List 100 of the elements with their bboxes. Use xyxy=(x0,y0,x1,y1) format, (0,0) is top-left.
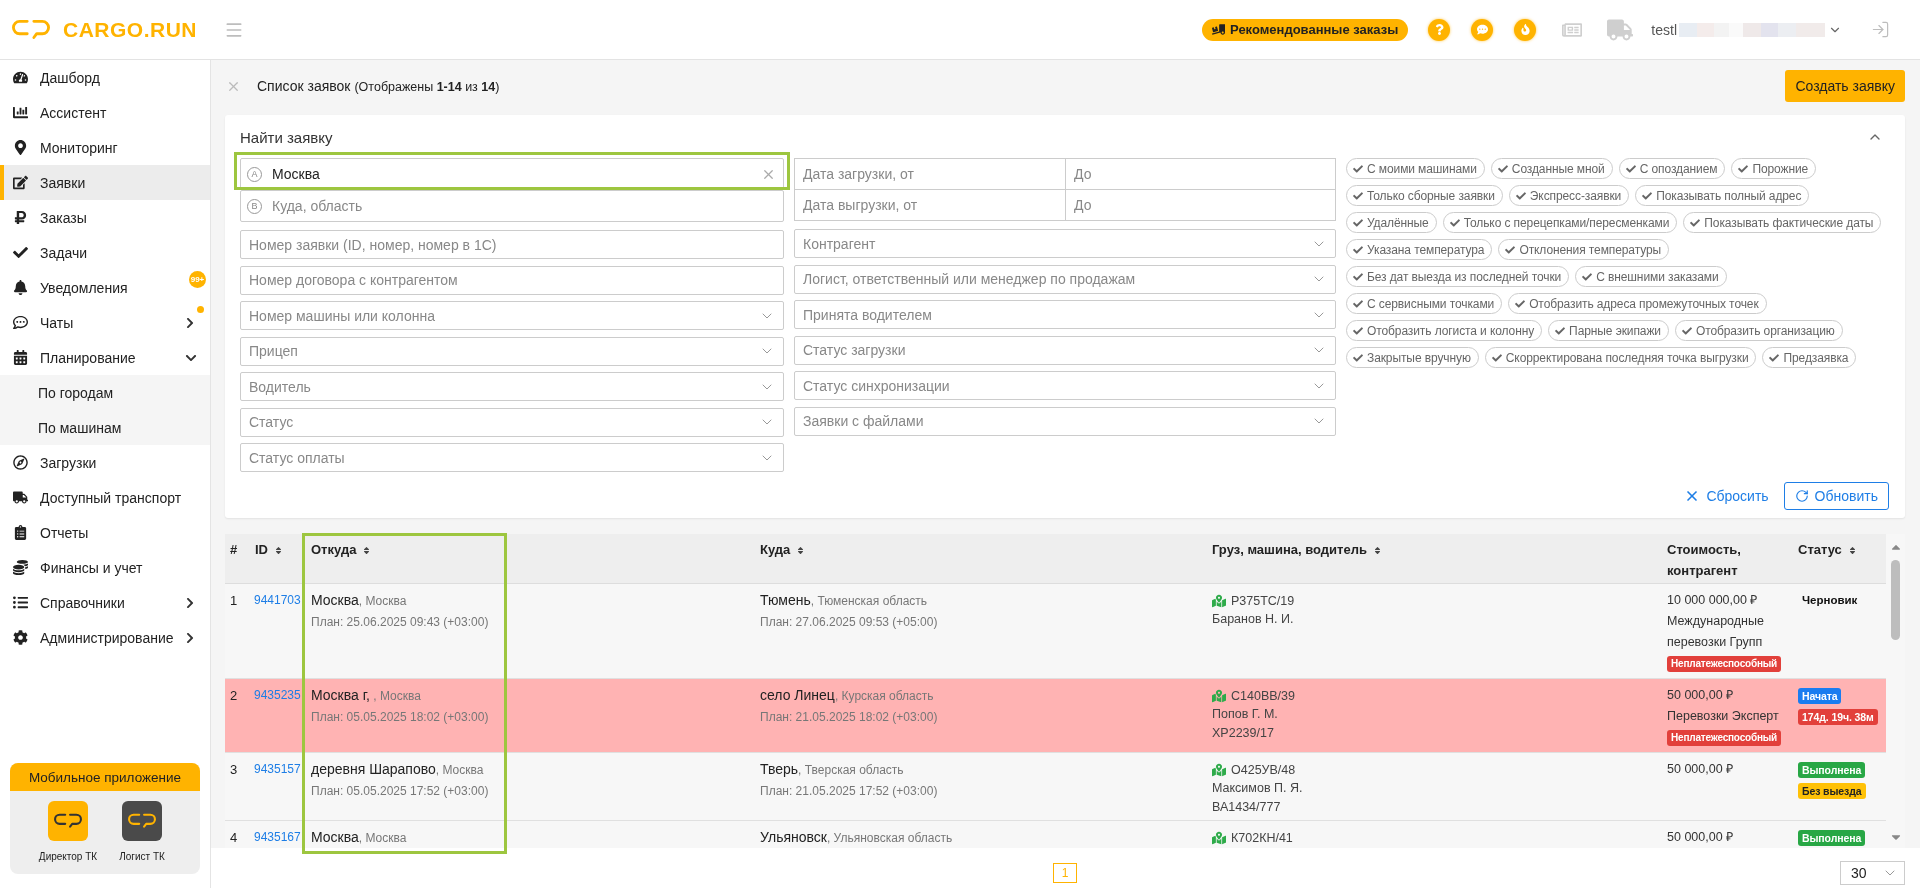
filter-toggle[interactable]: Только сборные заявки xyxy=(1346,185,1503,206)
coins-icon xyxy=(12,560,28,575)
sidebar-item[interactable]: Уведомления 99+ xyxy=(0,270,210,305)
calendar-icon xyxy=(12,350,28,365)
dropdown-field[interactable]: Логист, ответственный или менеджер по продажам xyxy=(794,264,1336,294)
filter-toggle[interactable]: Порожние xyxy=(1731,158,1817,179)
sidebar-item[interactable]: Отчеты xyxy=(0,515,210,550)
check-icon xyxy=(1353,244,1363,255)
filter-toggle[interactable]: Скорректирована последняя точка выгрузки xyxy=(1484,347,1757,368)
driver-name: Максимов П. Я. xyxy=(1212,780,1304,797)
column-header[interactable]: Груз, машина, водитель xyxy=(1207,534,1662,583)
app-icon[interactable] xyxy=(122,801,162,841)
app-icon[interactable] xyxy=(48,801,88,841)
sidebar-item[interactable]: Заявки xyxy=(0,165,210,200)
page-size-select[interactable]: 30 xyxy=(1840,861,1905,885)
dropdown-field[interactable]: Номер машины или колонна xyxy=(240,301,784,330)
list-icon xyxy=(12,595,28,610)
filter-toggle[interactable]: Отклонения температуры xyxy=(1498,239,1670,260)
filter-toggle[interactable]: Указана температура xyxy=(1346,239,1493,260)
chevron-right-icon[interactable] xyxy=(184,596,196,609)
filter-toggle[interactable]: Экспресс-заявки xyxy=(1508,185,1630,206)
city-name: село Линец xyxy=(760,687,835,703)
date-field[interactable]: До xyxy=(1065,158,1336,190)
column-header[interactable]: Куда xyxy=(755,534,1207,583)
map-icon xyxy=(1212,762,1226,777)
order-id-link[interactable]: 9441703 xyxy=(254,593,301,607)
table-row[interactable] xyxy=(225,679,1886,753)
sidebar-item[interactable]: Задачи xyxy=(0,235,210,270)
column-header[interactable]: Откуда xyxy=(306,534,755,583)
filter-toggle[interactable]: Показывать фактические даты xyxy=(1683,212,1882,233)
bar-chart-icon xyxy=(12,105,28,120)
dropdown-field[interactable]: Статус загрузки xyxy=(794,335,1336,365)
date-field[interactable]: Дата выгрузки, от xyxy=(794,189,1066,221)
filter-toggle[interactable]: Закрытые вручную xyxy=(1346,347,1479,368)
plan-date: План: 25.06.2025 09:43 (+03:00) xyxy=(311,614,490,631)
status-label: Выполнена xyxy=(1798,761,1866,778)
recommended-orders-button[interactable]: Рекомендованные заказы xyxy=(1202,18,1409,41)
sort-icon xyxy=(274,546,283,555)
filter-toggle[interactable]: Показывать полный адрес xyxy=(1635,185,1810,206)
check-icon xyxy=(1353,271,1363,282)
order-id-link[interactable]: 9435167 xyxy=(254,830,301,844)
chevron-right-icon[interactable] xyxy=(184,316,196,329)
filter-toggle[interactable]: Отобразить логиста и колонну xyxy=(1346,320,1543,341)
filter-toggle[interactable]: С моими машинами xyxy=(1346,158,1485,179)
filter-toggle[interactable]: Отобразить адреса промежуточных точек xyxy=(1508,293,1767,314)
sidebar-item[interactable]: Финансы и учет xyxy=(0,550,210,585)
filter-toggle[interactable]: Парные экипажи xyxy=(1548,320,1669,341)
create-request-button[interactable]: Создать заявку xyxy=(1785,70,1905,102)
user-name[interactable]: testl xyxy=(1651,21,1677,38)
filter-toggle[interactable]: Только с перецепками/пересменками xyxy=(1442,212,1678,233)
scrollbar-thumb[interactable] xyxy=(1891,560,1900,640)
dropdown-field[interactable]: Статус синхронизации xyxy=(794,371,1336,400)
sidebar-item[interactable]: Справочники xyxy=(0,585,210,620)
filter-toggle[interactable]: Созданные мной xyxy=(1490,158,1613,179)
reset-link[interactable]: Сбросить xyxy=(1684,488,1769,504)
order-id-link[interactable]: 9435157 xyxy=(254,762,301,776)
logout-icon[interactable] xyxy=(1871,20,1890,39)
sidebar-item[interactable]: Заказы xyxy=(0,200,210,235)
dropdown-field[interactable]: Водитель xyxy=(240,372,784,401)
plan-date: План: 27.06.2025 09:53 (+05:00) xyxy=(760,614,939,631)
filter-toggle[interactable]: Без дат выезда из последней точки xyxy=(1346,266,1570,287)
sidebar-item[interactable]: Администрирование xyxy=(0,620,210,655)
insolvency-label: Неплатежеспособный xyxy=(1667,729,1781,746)
sidebar-item[interactable]: Мониторинг xyxy=(0,130,210,165)
sidebar-item[interactable]: Планирование xyxy=(0,340,210,375)
filter-toggle[interactable]: Удалённые xyxy=(1346,212,1437,233)
date-field[interactable]: До xyxy=(1065,189,1336,221)
column-header[interactable]: Статус xyxy=(1793,534,1886,583)
sidebar-item[interactable]: Дашборд xyxy=(0,60,210,95)
map-icon xyxy=(1212,688,1226,703)
date-field[interactable]: Дата загрузки, от xyxy=(794,158,1066,190)
help-icon[interactable] xyxy=(1428,18,1451,41)
fire-icon[interactable] xyxy=(1514,18,1537,41)
filter-toggle[interactable]: Отобразить организацию xyxy=(1674,320,1843,341)
refresh-button[interactable]: Обновить xyxy=(1783,482,1889,510)
filter-toggle[interactable]: С опозданием xyxy=(1618,158,1726,179)
dropdown-field[interactable]: Прицеп xyxy=(240,336,784,366)
vehicle-number: Р375ТС/19 xyxy=(1231,592,1295,610)
chat-icon[interactable] xyxy=(1471,18,1494,41)
dropdown-field[interactable]: Статус оплаты xyxy=(240,443,784,472)
sidebar-item[interactable]: Доступный транспорт xyxy=(0,480,210,515)
driver-name: Баранов Н. И. xyxy=(1212,611,1295,628)
dropdown-field[interactable]: Статус xyxy=(240,407,784,437)
text-field[interactable]: Номер договора с контрагентом xyxy=(240,265,784,295)
filter-toggle[interactable]: С сервисными точками xyxy=(1346,293,1503,314)
sidebar-item[interactable]: Ассистент xyxy=(0,95,210,130)
sidebar-item[interactable]: Чаты xyxy=(0,305,210,340)
filter-toggle[interactable]: С внешними заказами xyxy=(1575,266,1727,287)
plan-date: План: 05.05.2025 18:02 (+03:00) xyxy=(311,709,490,726)
chevron-right-icon[interactable] xyxy=(184,631,196,644)
sidebar-item[interactable]: Загрузки xyxy=(0,445,210,480)
sidebar-subitem[interactable]: По машинам xyxy=(0,410,210,445)
column-header[interactable]: ID xyxy=(250,534,306,583)
plan-date: План: 21.05.2025 18:02 (+03:00) xyxy=(760,709,939,726)
filter-toggle[interactable]: Предзаявка xyxy=(1762,347,1857,368)
dropdown-field[interactable]: Контрагент xyxy=(794,229,1336,258)
dropdown-field[interactable]: Заявки с файлами xyxy=(794,406,1336,436)
text-field[interactable]: Номер заявки (ID, номер, номер в 1С) xyxy=(240,230,784,259)
dropdown-field[interactable]: Принята водителем xyxy=(794,300,1336,329)
sidebar-subitem[interactable]: По городам xyxy=(0,375,210,410)
